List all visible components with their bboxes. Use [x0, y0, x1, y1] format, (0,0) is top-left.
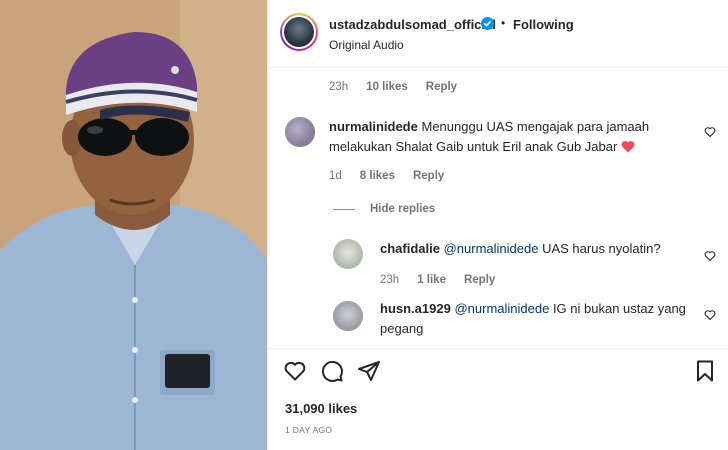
reply-likes[interactable]: 1 like — [417, 274, 446, 286]
comment-icon[interactable] — [320, 359, 344, 383]
reply-avatar[interactable] — [333, 301, 363, 331]
hide-replies-button[interactable]: Hide replies — [370, 203, 435, 215]
reply-mention[interactable]: @nurmalinidede — [454, 301, 549, 316]
comment-meta: 23h 10 likes Reply — [329, 81, 475, 93]
video-frame-image — [0, 0, 267, 450]
comment-meta: 1d 8 likes Reply — [329, 170, 462, 182]
reply-text-line1: IG ni bukan ustaz yang — [552, 301, 686, 316]
following-button[interactable]: Following — [513, 17, 574, 32]
reply-button[interactable]: Reply — [464, 274, 495, 286]
reply-username[interactable]: chafidalie — [380, 241, 440, 256]
post-media[interactable] — [0, 0, 267, 450]
post-time: 1 DAY AGO — [285, 425, 333, 435]
reply-text: UAS harus nyolatin? — [542, 241, 661, 256]
comment-text-line2: melakukan Shalat Gaib untuk Eril anak Gu… — [329, 139, 618, 154]
comment-likes[interactable]: 8 likes — [360, 170, 395, 182]
reply-body: husn.a1929 @nurmalinidede IG ni bukan us… — [380, 299, 690, 339]
author-avatar[interactable] — [280, 13, 318, 51]
post-header: ustadzabdulsomad_official • Following Or… — [268, 0, 728, 68]
comment-time: 1d — [329, 170, 342, 182]
comment-text-line1: Menunggu UAS mengajak para jamaah — [421, 119, 650, 134]
comment-body: nurmalinidede Menunggu UAS mengajak para… — [329, 117, 699, 157]
reply-button[interactable]: Reply — [426, 81, 457, 93]
reply-time: 23h — [380, 274, 400, 286]
reply-button[interactable]: Reply — [413, 170, 444, 182]
reply-mention[interactable]: @nurmalinidede — [444, 241, 539, 256]
comment-username[interactable]: nurmalinidede — [329, 119, 418, 134]
verified-badge-icon — [481, 17, 494, 30]
like-count[interactable]: 31,090 likes — [285, 401, 357, 416]
like-comment-heart-icon[interactable] — [704, 126, 716, 138]
red-heart-emoji-icon — [621, 141, 635, 153]
reply-username[interactable]: husn.a1929 — [380, 301, 451, 316]
comments-panel: ustadzabdulsomad_official • Following Or… — [267, 0, 728, 450]
reply-text-line2: pegang — [380, 321, 424, 336]
author-username[interactable]: ustadzabdulsomad_official — [329, 17, 496, 32]
heart-icon[interactable] — [283, 359, 307, 383]
like-comment-heart-icon[interactable] — [704, 309, 716, 321]
commenter-avatar[interactable] — [285, 117, 315, 147]
share-icon[interactable] — [357, 359, 381, 383]
bookmark-icon[interactable] — [693, 359, 717, 383]
reply-meta: 23h 1 like Reply — [380, 274, 513, 286]
reply-body: chafidalie @nurmalinidede UAS harus nyol… — [380, 239, 661, 259]
like-comment-heart-icon[interactable] — [704, 250, 716, 262]
post-actions: 31,090 likes 1 DAY AGO — [268, 348, 728, 450]
audio-link[interactable]: Original Audio — [329, 38, 404, 52]
hide-replies-line — [333, 209, 355, 210]
comment-likes[interactable]: 10 likes — [366, 81, 408, 93]
comment-time: 23h — [329, 81, 349, 93]
separator-dot: • — [501, 16, 506, 30]
reply-avatar[interactable] — [333, 239, 363, 269]
